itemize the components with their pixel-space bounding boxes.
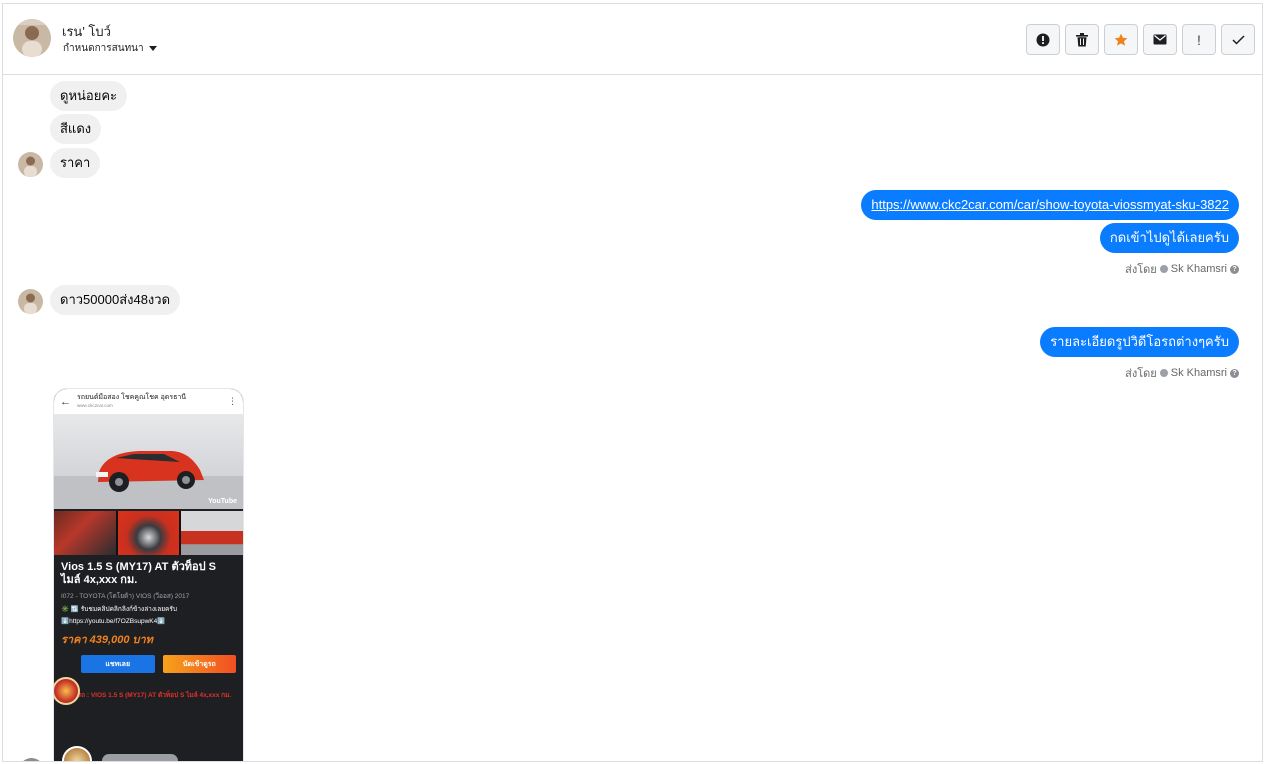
engine-thumbnail bbox=[54, 511, 116, 555]
car-action-buttons: แชทเลย นัดเข้าดูรถ bbox=[61, 655, 236, 673]
screenshot-overlay-avatar bbox=[62, 746, 92, 761]
screenshot-browser-bar: ← รถยนต์มือสอง โชคคูณโชค อุดรธานี www.ck… bbox=[54, 389, 243, 414]
sent-by-agent: Sk Khamsri bbox=[1170, 263, 1227, 275]
screenshot-page-title: รถยนต์มือสอง โชคคูณโชค อุดรธานี www.ckc2… bbox=[77, 394, 222, 410]
sent-by-info: ส่งโดย Sk Khamsri ? bbox=[1125, 364, 1239, 382]
incoming-message[interactable]: ราคา bbox=[50, 148, 101, 178]
mark-unread-button[interactable] bbox=[1143, 24, 1177, 55]
rear-thumbnail bbox=[181, 511, 243, 555]
car-clip-url: ⬇️https://youtu.be/f7OZBsupwK4⬇️ bbox=[61, 618, 166, 625]
verified-icon bbox=[1159, 265, 1168, 273]
shared-image-attachment[interactable]: ← รถยนต์มือสอง โชคคูณโชค อุดรธานี www.ck… bbox=[53, 388, 244, 761]
youtube-logo: YouTube bbox=[208, 498, 237, 505]
star-button[interactable] bbox=[1104, 24, 1138, 55]
caret-down-icon bbox=[148, 46, 157, 51]
trash-icon bbox=[1076, 32, 1088, 46]
car-video-preview: YouTube bbox=[54, 414, 243, 509]
car-subtitle: I072 - TOYOTA (โตโยต้า) VIOS (วีออส) 201… bbox=[61, 593, 190, 600]
chat-now-button: แชทเลย bbox=[81, 655, 155, 673]
outgoing-message-link[interactable]: https://www.ckc2car.com/car/show-toyota-… bbox=[861, 190, 1239, 220]
contact-name[interactable]: เรน' โบว์ bbox=[62, 21, 111, 42]
more-vertical-icon: ⋮ bbox=[228, 396, 237, 406]
car-price: ราคา 439,000 บาท bbox=[61, 634, 153, 646]
help-icon[interactable]: ? bbox=[1230, 368, 1239, 378]
exclamation-icon: ! bbox=[1197, 31, 1201, 48]
back-arrow-icon: ← bbox=[60, 395, 71, 408]
car-listing-link[interactable]: https://www.ckc2car.com/car/show-toyota-… bbox=[871, 197, 1229, 212]
message-thread[interactable]: ดูหน่อยคะ สีแดง ราคา https://www.ckc2car… bbox=[3, 76, 1262, 761]
car-extra-info: ข้อมูลรถ : VIOS 1.5 S (MY17) AT ตัวท็อป … bbox=[61, 692, 232, 699]
help-icon[interactable]: ? bbox=[1230, 264, 1239, 274]
star-icon bbox=[1114, 33, 1128, 46]
sent-by-prefix: ส่งโดย bbox=[1125, 368, 1157, 380]
red-car-image bbox=[54, 451, 243, 509]
conversation-header: เรน' โบว์ กำหนดการสนทนา ! bbox=[3, 4, 1262, 75]
screenshot-overlay-pill bbox=[102, 754, 178, 761]
book-viewing-button: นัดเข้าดูรถ bbox=[162, 655, 236, 673]
conversation-settings-dropdown[interactable]: กำหนดการสนทนา bbox=[63, 41, 157, 56]
delete-button[interactable] bbox=[1065, 24, 1099, 55]
sent-by-prefix: ส่งโดย bbox=[1125, 264, 1157, 276]
contact-message-avatar[interactable] bbox=[19, 758, 44, 761]
outgoing-message[interactable]: กดเข้าไปดูได้เลยครับ bbox=[1099, 223, 1239, 253]
sent-by-agent: Sk Khamsri bbox=[1170, 367, 1227, 379]
incoming-message[interactable]: ดาว50000ส่ง48งวด bbox=[50, 285, 181, 315]
envelope-icon bbox=[1153, 34, 1167, 45]
wheel-thumbnail bbox=[117, 511, 180, 555]
verified-icon bbox=[1159, 369, 1168, 377]
contact-message-avatar[interactable] bbox=[18, 289, 43, 314]
conversation-toolbar: ! bbox=[1026, 24, 1255, 55]
inbox-conversation-panel: เรน' โบว์ กำหนดการสนทนา ! ดูหน่อยคะ สีแด… bbox=[2, 3, 1263, 762]
conversation-settings-label: กำหนดการสนทนา bbox=[63, 43, 144, 54]
shop-logo-badge bbox=[54, 677, 80, 705]
screenshot-page-url: www.ckc2car.com bbox=[77, 402, 113, 408]
incoming-message[interactable]: ดูหน่อยคะ bbox=[50, 81, 128, 111]
car-clip-note: ✳️ 🔃 รับชมคลิปคลิกลิงก์ข้างล่างเลยครับ bbox=[61, 606, 177, 613]
contact-avatar[interactable] bbox=[13, 19, 51, 57]
car-title: Vios 1.5 S (MY17) AT ตัวท็อป S ไมล์ 4x,x… bbox=[61, 561, 216, 586]
check-icon bbox=[1231, 34, 1245, 45]
sent-by-info: ส่งโดย Sk Khamsri ? bbox=[1125, 260, 1239, 278]
done-button[interactable] bbox=[1221, 24, 1255, 55]
spam-button[interactable] bbox=[1026, 24, 1060, 55]
incoming-message[interactable]: สีแดง bbox=[50, 114, 102, 144]
important-button[interactable]: ! bbox=[1182, 24, 1216, 55]
contact-message-avatar[interactable] bbox=[18, 152, 43, 177]
car-thumbnail-strip bbox=[54, 511, 243, 555]
car-listing-details: Vios 1.5 S (MY17) AT ตัวท็อป S ไมล์ 4x,x… bbox=[54, 555, 243, 706]
alert-circle-icon bbox=[1036, 33, 1050, 46]
outgoing-message[interactable]: รายละเอียดรูปวิดีโอรถต่างๆครับ bbox=[1040, 327, 1239, 357]
